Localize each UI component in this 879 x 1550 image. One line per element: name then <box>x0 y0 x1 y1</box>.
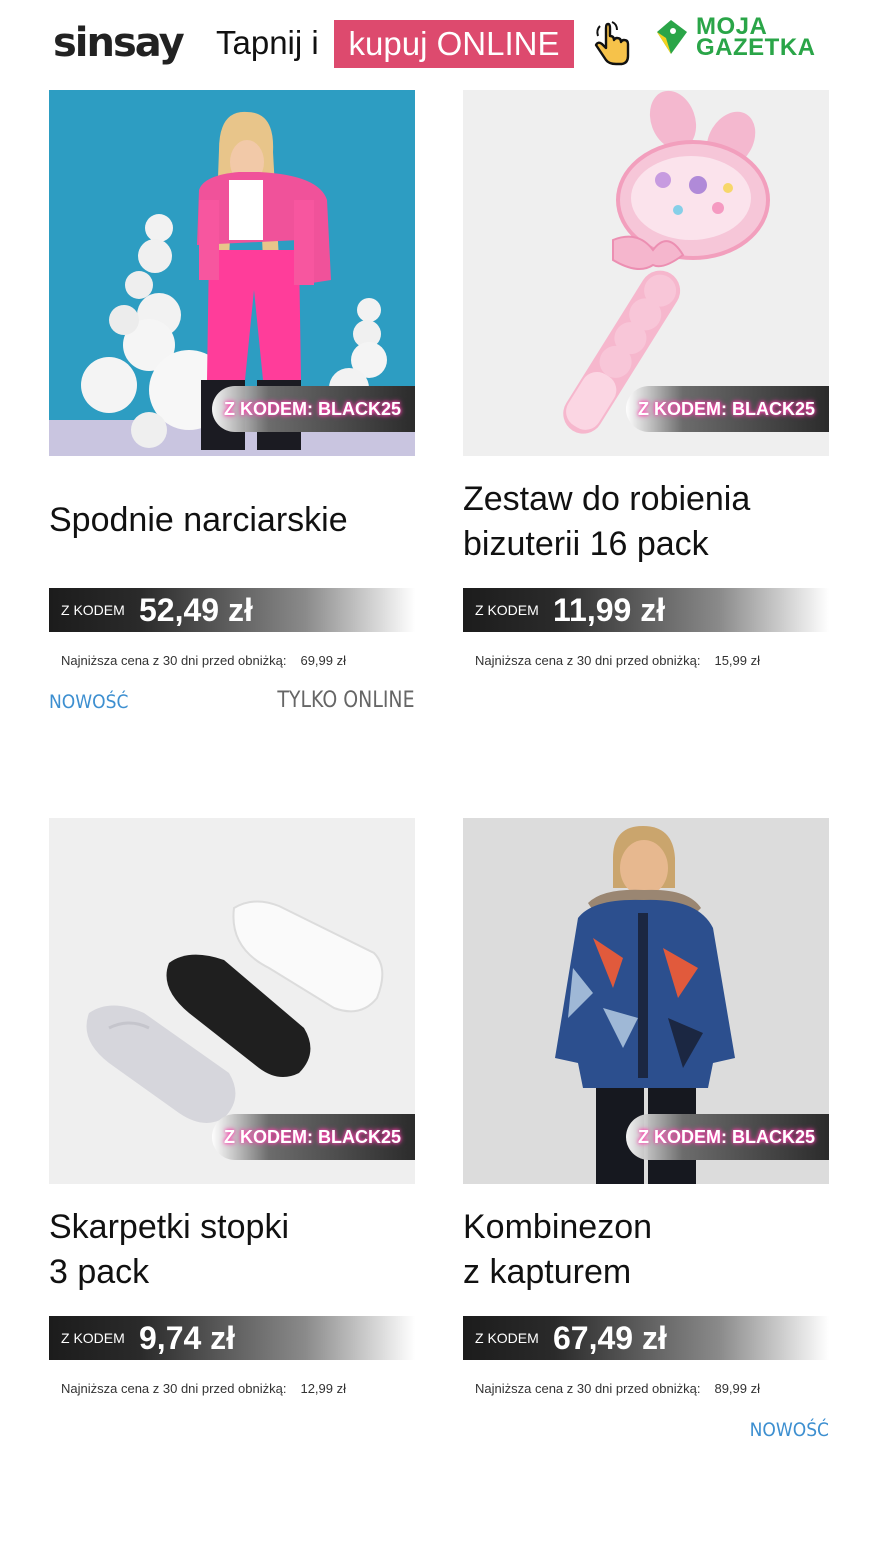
promo-code-badge: Z KODEM: BLACK25 <box>626 386 829 432</box>
moja-gazetka-logo[interactable]: MOJA GAZETKA <box>696 15 816 61</box>
lowest-price-info: Najniższa cena z 30 dni przed obniżką: 12… <box>61 1381 346 1396</box>
product-card[interactable]: Z KODEM: BLACK25 Kombinezon z kapturem Z… <box>463 818 829 1458</box>
price-bar: Z KODEM 67,49 zł <box>463 1316 829 1360</box>
price-label: Z KODEM <box>475 1330 539 1346</box>
product-image[interactable]: Z KODEM: BLACK25 <box>49 90 415 456</box>
product-image[interactable]: Z KODEM: BLACK25 <box>49 818 415 1184</box>
lowest-price-info: Najniższa cena z 30 dni przed obniżką: 89… <box>475 1381 760 1396</box>
product-title[interactable]: Kombinezon z kapturem <box>463 1205 829 1295</box>
product-card[interactable]: Z KODEM: BLACK25 Zestaw do robienia bizu… <box>463 90 829 730</box>
price-value: 52,49 zł <box>139 592 253 628</box>
product-title-line-1: Spodnie narciarskie <box>49 501 348 539</box>
gazetka-tag-icon <box>657 20 687 54</box>
product-title[interactable]: Spodnie narciarskie <box>49 498 415 543</box>
product-card[interactable]: Z KODEM: BLACK25 Skarpetki stopki 3 pack… <box>49 818 415 1458</box>
product-title-line-1: Kombinezon <box>463 1208 653 1246</box>
price-value: 9,74 zł <box>139 1320 236 1356</box>
product-title[interactable]: Skarpetki stopki 3 pack <box>49 1205 415 1295</box>
lowest-price-value: 69,99 zł <box>300 653 347 668</box>
lowest-price-value: 89,99 zł <box>714 1381 761 1396</box>
lowest-price-info: Najniższa cena z 30 dni przed obniżką: 69… <box>61 653 346 668</box>
product-title-line-2: z kapturem <box>463 1253 632 1291</box>
product-image[interactable]: Z KODEM: BLACK25 <box>463 90 829 456</box>
lowest-price-label: Najniższa cena z 30 dni przed obniżką: <box>475 1381 701 1396</box>
promo-code-badge: Z KODEM: BLACK25 <box>212 1114 415 1160</box>
header: sinsay Tapnij i kupuj ONLINE MOJA GAZETK… <box>0 0 879 90</box>
price-label: Z KODEM <box>61 602 125 618</box>
product-image[interactable]: Z KODEM: BLACK25 <box>463 818 829 1184</box>
price-value: 67,49 zł <box>553 1320 667 1356</box>
price-bar: Z KODEM 11,99 zł <box>463 588 829 632</box>
product-title-line-2: 3 pack <box>49 1253 150 1291</box>
price-value: 11,99 zł <box>553 592 666 628</box>
product-title-line-1: Zestaw do robienia <box>463 480 751 518</box>
lowest-price-label: Najniższa cena z 30 dni przed obniżką: <box>61 1381 287 1396</box>
price-label: Z KODEM <box>475 602 539 618</box>
price-bar: Z KODEM 52,49 zł <box>49 588 415 632</box>
lowest-price-value: 12,99 zł <box>300 1381 347 1396</box>
online-only-tag: TYLKO ONLINE <box>277 688 415 713</box>
lowest-price-info: Najniższa cena z 30 dni przed obniżką: 15… <box>475 653 760 668</box>
buy-online-button[interactable]: kupuj ONLINE <box>334 20 574 68</box>
lowest-price-label: Najniższa cena z 30 dni przed obniżką: <box>475 653 701 668</box>
new-tag: NOWOŚĆ <box>49 691 129 713</box>
product-title-line-1: Skarpetki stopki <box>49 1208 289 1246</box>
price-label: Z KODEM <box>61 1330 125 1346</box>
product-card[interactable]: Z KODEM: BLACK25 Spodnie narciarskie Z K… <box>49 90 415 730</box>
tap-text: Tapnij i <box>216 24 319 61</box>
lowest-price-value: 15,99 zł <box>714 653 761 668</box>
promo-code-badge: Z KODEM: BLACK25 <box>626 1114 829 1160</box>
price-bar: Z KODEM 9,74 zł <box>49 1316 415 1360</box>
sinsay-logo[interactable]: sinsay <box>53 20 185 66</box>
gazetka-line-2: GAZETKA <box>696 34 816 61</box>
lowest-price-label: Najniższa cena z 30 dni przed obniżką: <box>61 653 287 668</box>
pointer-hand-icon[interactable] <box>590 20 632 66</box>
promo-code-badge: Z KODEM: BLACK25 <box>212 386 415 432</box>
product-title-line-2: bizuterii 16 pack <box>463 525 709 563</box>
new-tag: NOWOŚĆ <box>749 1419 829 1441</box>
product-title[interactable]: Zestaw do robienia bizuterii 16 pack <box>463 477 829 567</box>
